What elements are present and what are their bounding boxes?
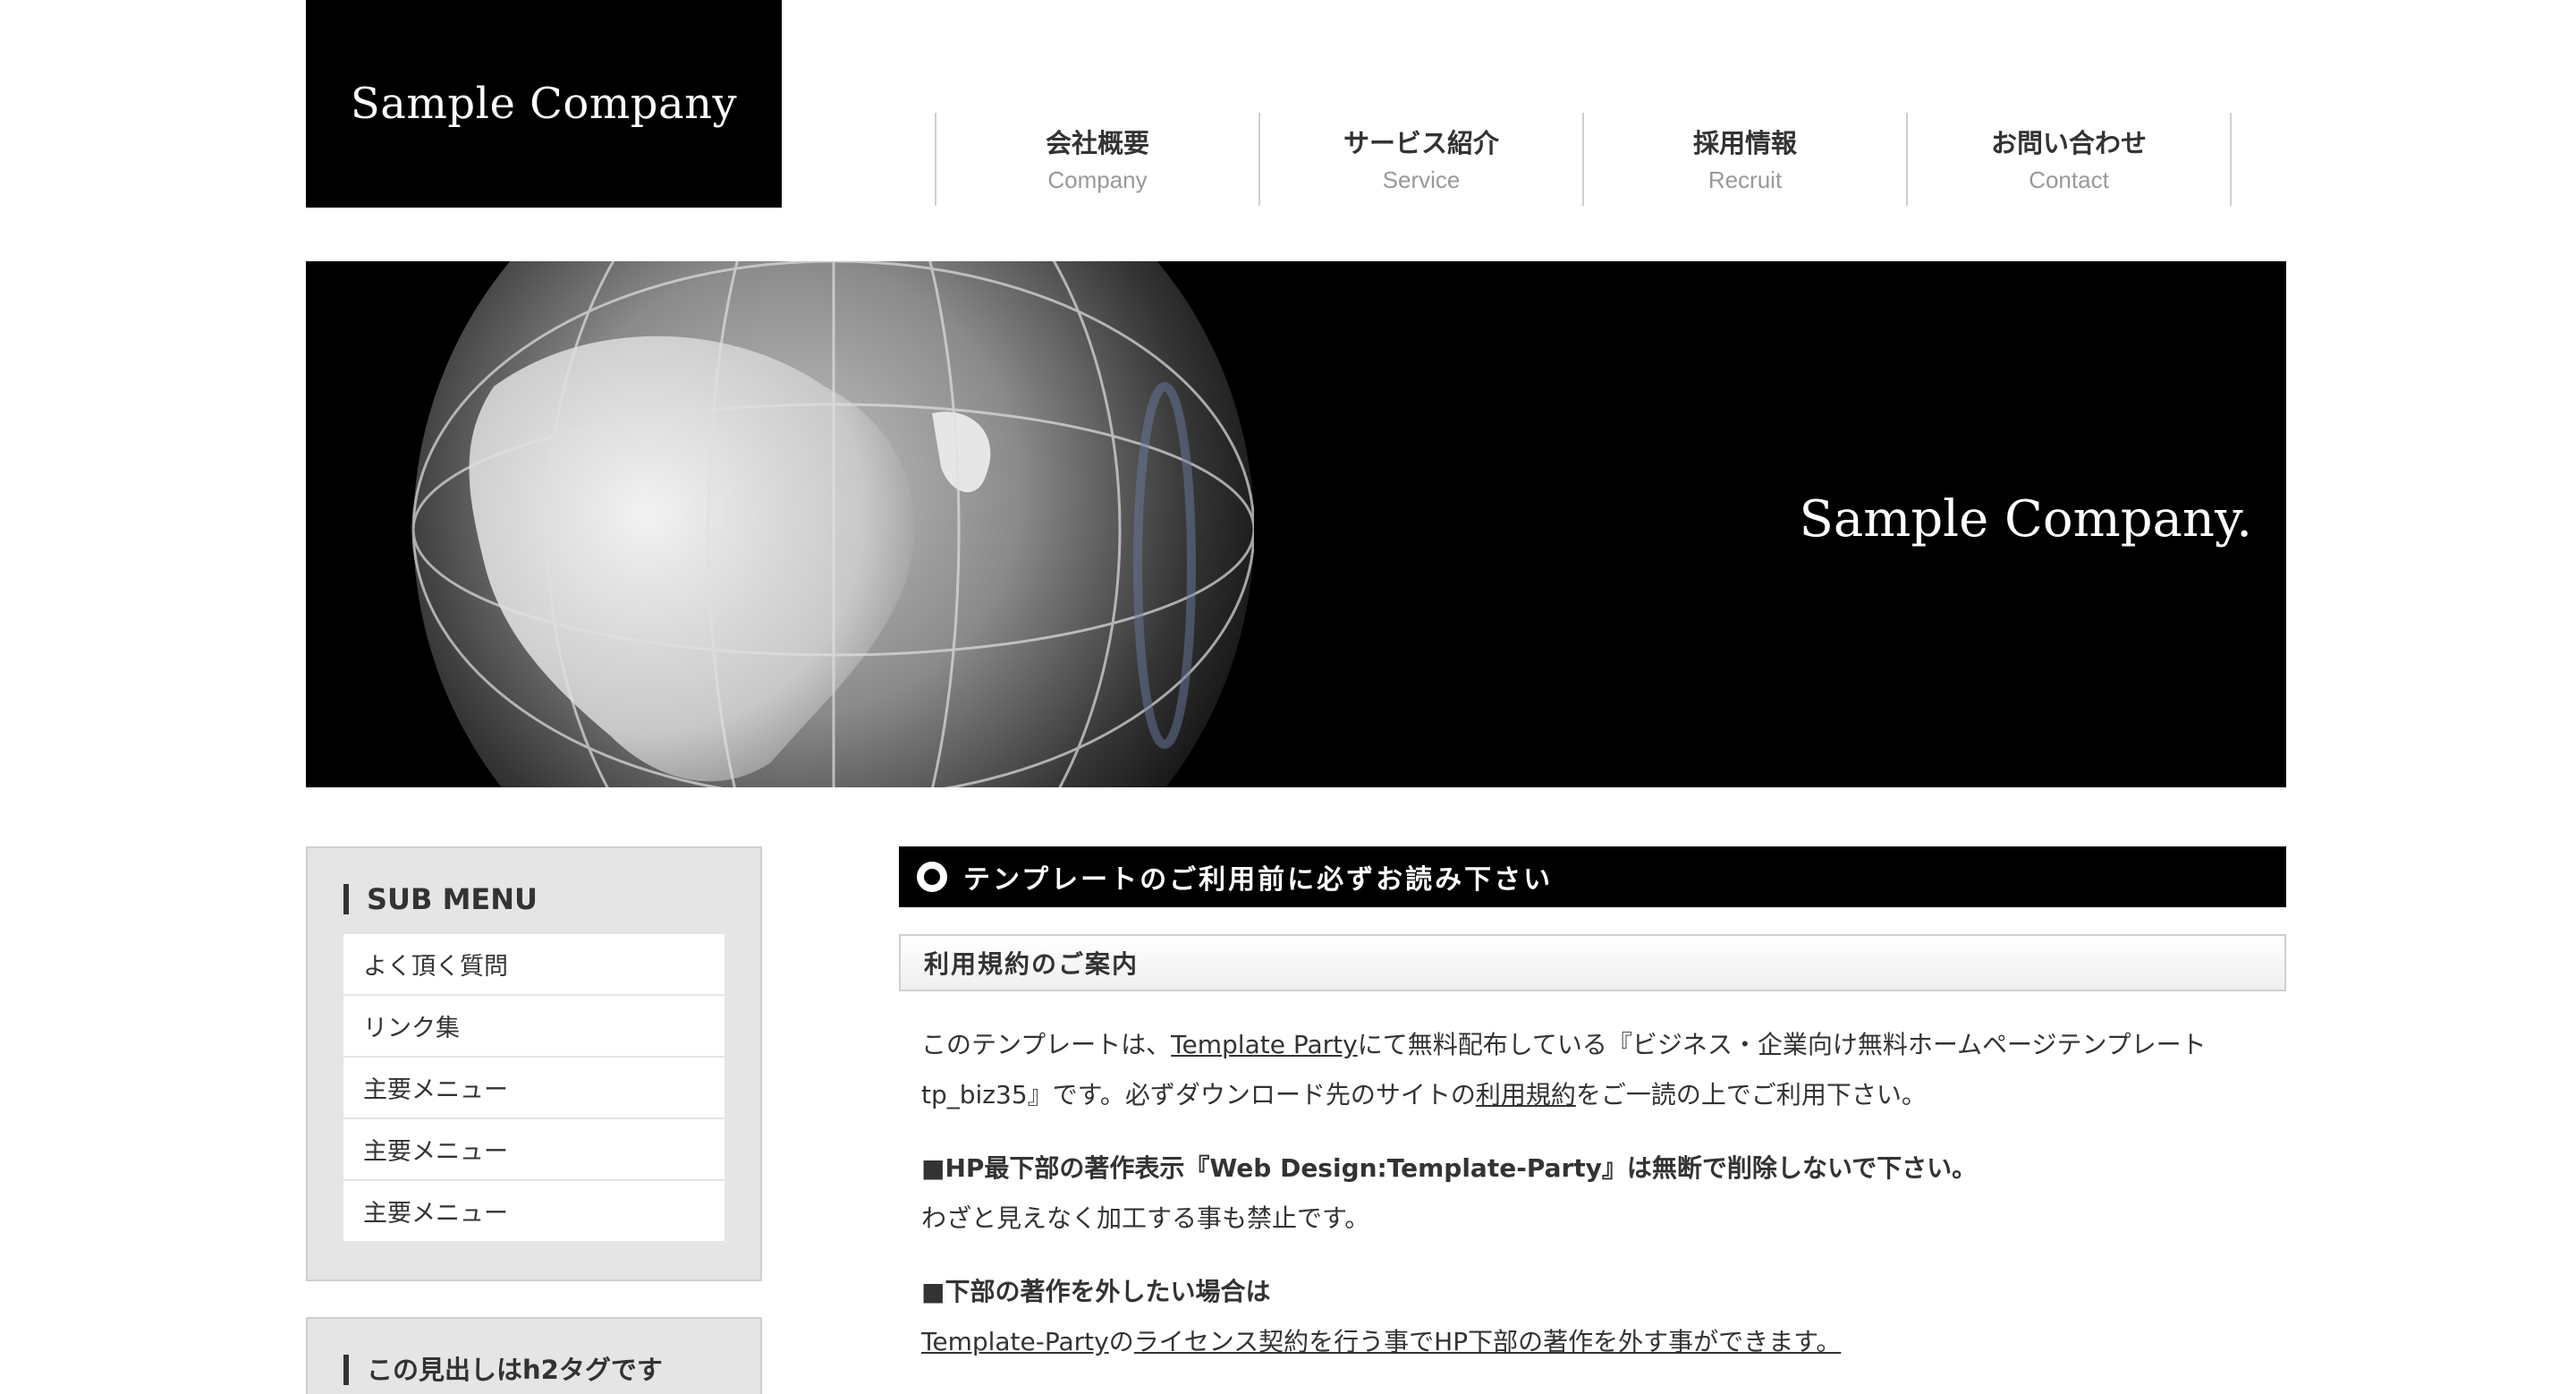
intro-paragraph: このテンプレートは、Template Partyにて無料配布している『ビジネス・… [921, 1020, 2281, 1120]
sub-menu-item[interactable]: リンク集 [343, 996, 724, 1058]
nav-label-jp: 採用情報 [1692, 128, 1797, 158]
terms-link[interactable]: 利用規約 [1476, 1080, 1576, 1109]
sidebar-h2-heading: この見出しはh2タグです [343, 1355, 724, 1385]
text: の [1108, 1327, 1134, 1356]
circle-icon [917, 862, 947, 892]
nav-label-en: Company [1047, 166, 1148, 193]
sub-menu-list: よく頂く質問 リンク集 主要メニュー 主要メニュー 主要メニュー [343, 934, 724, 1243]
nav-item-service[interactable]: サービス紹介 Service [1260, 113, 1584, 206]
sub-menu-item[interactable]: 主要メニュー [343, 1119, 724, 1181]
template-party-link-2[interactable]: Template-Party [921, 1327, 1109, 1356]
license-notice-bold: ■下部の著作を外したい場合は [921, 1277, 1271, 1306]
sub-section-title: 利用規約のご案内 [899, 934, 2286, 991]
sub-menu-item[interactable]: 主要メニュー [343, 1181, 724, 1243]
license-contract-link[interactable]: ライセンス契約を行う事でHP下部の著作を外す事ができます。 [1134, 1327, 1842, 1356]
nav-item-contact[interactable]: お問い合わせ Contact [1908, 113, 2232, 206]
sub-menu-box: SUB MENU よく頂く質問 リンク集 主要メニュー 主要メニュー 主要メニュ… [306, 846, 762, 1281]
sub-menu-item[interactable]: よく頂く質問 [343, 934, 724, 996]
nav-label-en: Contact [2029, 166, 2109, 193]
main-title-text: テンプレートのご利用前に必ずお読み下さい [963, 864, 1554, 896]
copyright-notice-bold: ■HP最下部の著作表示『Web Design:Template-Party』は無… [921, 1153, 1978, 1183]
text: このテンプレートは、 [921, 1030, 1172, 1059]
glass-globe-image [411, 261, 1254, 787]
sub-menu-heading: SUB MENU [343, 884, 724, 914]
nav-item-company[interactable]: 会社概要 Company [936, 113, 1260, 206]
main-section-title: テンプレートのご利用前に必ずお読み下さい [899, 846, 2286, 907]
hero-tagline: Sample Company. [1799, 490, 2252, 548]
nav-label-en: Service [1382, 166, 1461, 193]
nav-label-jp: サービス紹介 [1343, 128, 1499, 158]
main-content: このテンプレートは、Template Partyにて無料配布している『ビジネス・… [921, 1020, 2281, 1394]
sidebar-h2-box: この見出しはh2タグです [306, 1317, 762, 1394]
nav-label-jp: 会社概要 [1045, 128, 1149, 158]
hero-banner: Sample Company. [306, 261, 2286, 787]
copyright-notice: ■HP最下部の著作表示『Web Design:Template-Party』は無… [921, 1143, 2281, 1244]
license-notice: ■下部の著作を外したい場合は Template-Partyのライセンス契約を行う事… [921, 1267, 2281, 1367]
sub-menu-item[interactable]: 主要メニュー [343, 1058, 724, 1119]
nav-label-jp: お問い合わせ [1990, 128, 2147, 158]
nav-item-recruit[interactable]: 採用情報 Recruit [1584, 113, 1908, 206]
site-logo[interactable]: Sample Company [306, 0, 782, 208]
template-party-link[interactable]: Template Party [1171, 1030, 1358, 1059]
logo-text: Sample Company [350, 79, 738, 129]
text: をご一読の上でご利用下さい。 [1575, 1080, 1927, 1109]
nav-label-en: Recruit [1707, 166, 1783, 193]
copyright-notice-text: わざと見えなく加工する事も禁止です。 [921, 1203, 1370, 1233]
global-nav: 会社概要 Company サービス紹介 Service 採用情報 Recruit… [935, 113, 2232, 206]
